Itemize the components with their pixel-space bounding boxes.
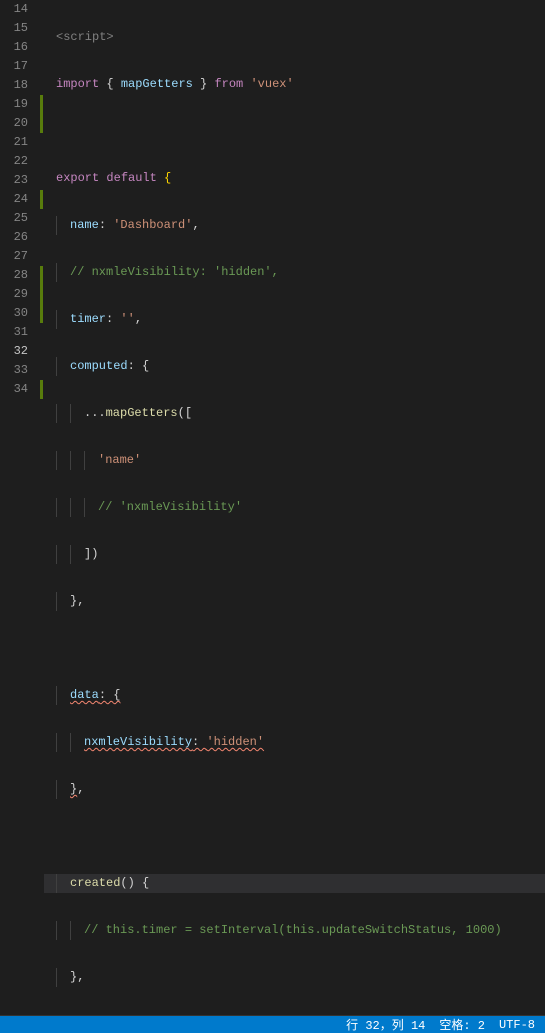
status-encoding[interactable]: UTF-8 <box>499 1018 535 1032</box>
code-content[interactable]: <script> import { mapGetters } from 'vue… <box>44 0 545 1015</box>
status-indentation[interactable]: 空格: 2 <box>439 1016 485 1033</box>
status-bar: 行 32，列 14 空格: 2 UTF-8 <box>0 1016 545 1033</box>
line-gutter: 14 15 16 17 18 19 20 21 22 23 24 25 26 2… <box>0 0 40 1015</box>
code-editor[interactable]: 14 15 16 17 18 19 20 21 22 23 24 25 26 2… <box>0 0 545 1015</box>
status-cursor-position[interactable]: 行 32，列 14 <box>346 1016 425 1033</box>
